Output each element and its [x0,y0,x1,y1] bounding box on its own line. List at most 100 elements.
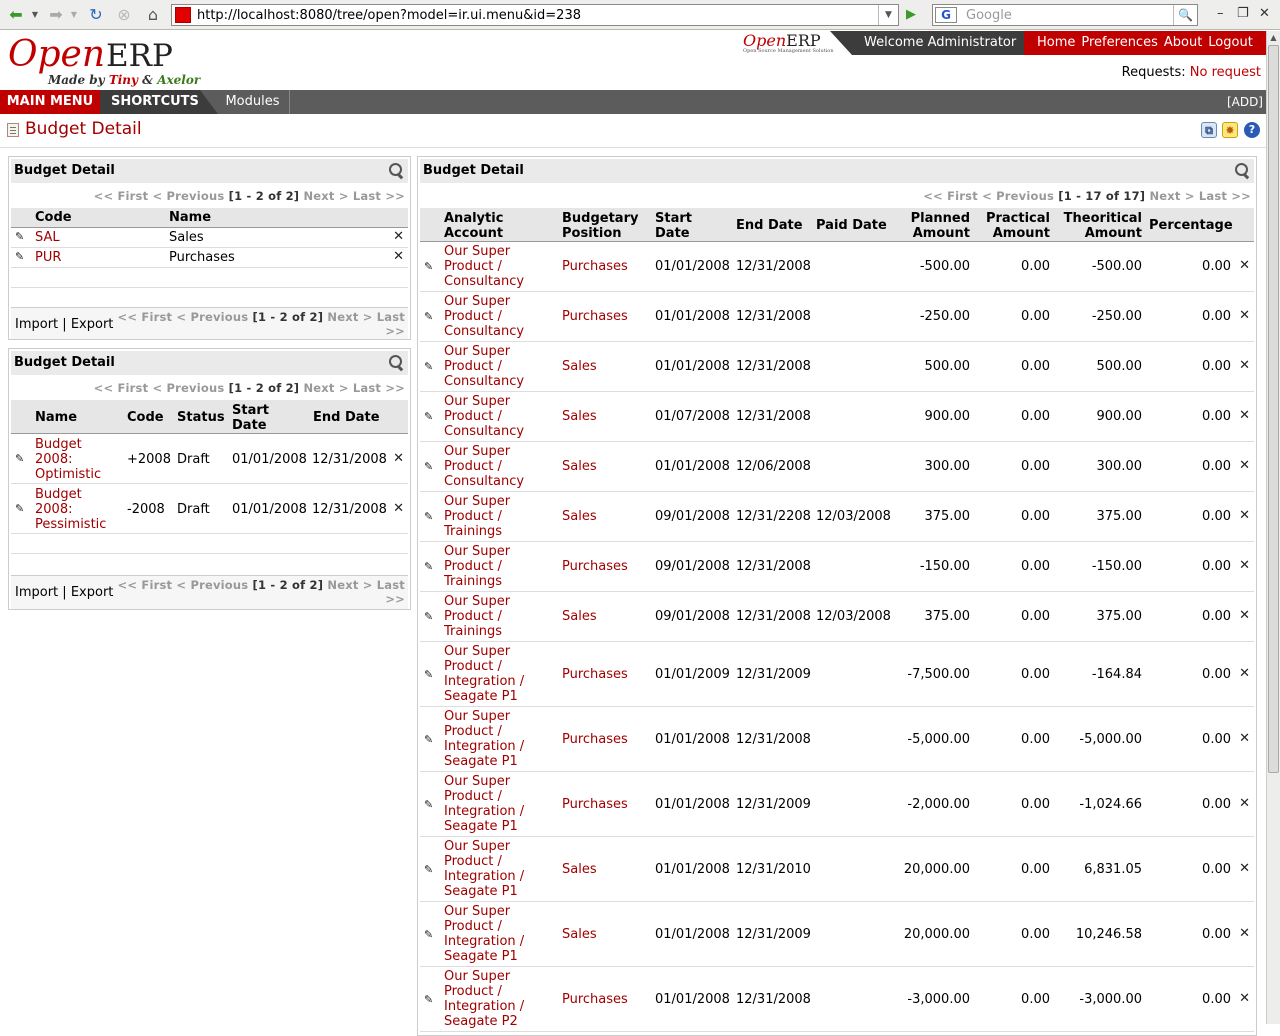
delete-icon[interactable]: ✕ [393,249,404,264]
cell-analytic-account[interactable]: Our Super Product / Trainings [444,544,530,589]
cell-budgetary-position[interactable]: Purchases [562,667,628,682]
close-window-icon[interactable]: ✕ [1259,6,1270,21]
forward-history-icon[interactable]: ▼ [68,5,80,25]
pager-first[interactable]: << First [923,189,978,203]
edit-icon[interactable]: ✎ [424,510,433,523]
preferences-link[interactable]: Preferences [1081,35,1157,50]
table-row[interactable]: ✎ Our Super Product / Consultancy Sales 01/… [420,442,1254,492]
column-paid-date[interactable]: Paid Date [816,218,887,233]
pager-previous[interactable]: < Previous [153,381,225,395]
cell-budgetary-position[interactable]: Sales [562,509,597,524]
table-row[interactable]: ✎ Our Super Product / Integration / Seaga… [420,967,1254,1032]
edit-icon[interactable]: ✎ [424,993,433,1006]
cell-budgetary-position[interactable]: Purchases [562,559,628,574]
edit-icon[interactable]: ✎ [424,260,433,273]
pager-next[interactable]: Next > [303,381,348,395]
scrollbar-thumb[interactable] [1268,45,1279,773]
cell-budgetary-position[interactable]: Purchases [562,309,628,324]
minimize-icon[interactable]: – [1217,6,1224,21]
column-status[interactable]: Status [177,410,225,425]
table-row[interactable]: ✎ Our Super Product / Integration / Seaga… [420,642,1254,707]
pager-next[interactable]: Next > [303,189,348,203]
cell-budgetary-position[interactable]: Purchases [562,732,628,747]
delete-icon[interactable]: ✕ [1239,258,1250,273]
edit-icon[interactable]: ✎ [424,733,433,746]
delete-icon[interactable]: ✕ [1239,308,1250,323]
table-row[interactable]: ✎ Budget 2008: Optimistic +2008 Draft 01… [11,434,408,484]
cell-budgetary-position[interactable]: Sales [562,409,597,424]
cell-analytic-account[interactable]: Our Super Product / Consultancy [444,294,530,339]
requests-link[interactable]: No request [1190,65,1261,80]
column-theoretical-amount[interactable]: Theoritical Amount [1056,211,1142,241]
cell-budgetary-position[interactable]: Purchases [562,992,628,1007]
pager-first[interactable]: << First [94,381,149,395]
pager-next-last[interactable]: Next > Last [327,310,405,324]
table-row[interactable]: ✎ Our Super Product / Trainings Purchases 0… [420,542,1254,592]
cell-budgetary-position[interactable]: Sales [562,359,597,374]
add-shortcut-link[interactable]: [ADD] [1227,90,1263,114]
table-row[interactable]: ✎ Our Super Product / Consultancy Purchase… [420,292,1254,342]
cell-analytic-account[interactable]: Our Super Product / Integration / Seagat… [444,969,530,1029]
table-row[interactable]: ✎ Our Super Product / Consultancy Sales 01/… [420,342,1254,392]
delete-icon[interactable]: ✕ [1239,608,1250,623]
table-row[interactable]: ✎ Our Super Product / Integration / Seaga… [420,902,1254,967]
delete-icon[interactable]: ✕ [393,451,404,466]
delete-icon[interactable]: ✕ [393,501,404,516]
search-icon[interactable] [388,162,404,178]
table-row[interactable]: ✎ Our Super Product / Integration / Seaga… [420,707,1254,772]
cell-code[interactable]: SAL [35,230,60,245]
cell-analytic-account[interactable]: Our Super Product / Consultancy [444,394,530,439]
export-link[interactable]: Export [71,585,114,600]
cell-code[interactable]: PUR [35,250,61,265]
restore-icon[interactable]: ❐ [1237,6,1249,21]
column-budgetary-position[interactable]: Budgetary Position [562,211,642,241]
column-end-date[interactable]: End Date [313,410,380,425]
table-row[interactable]: ✎ Our Super Product / Consultancy Purchase… [420,242,1254,292]
table-row[interactable]: ✎ Our Super Product / Trainings Sales 09/01… [420,492,1254,542]
delete-icon[interactable]: ✕ [393,229,404,244]
pager-first-prev[interactable]: << First < Previous [118,578,249,592]
cell-budgetary-position[interactable]: Purchases [562,797,628,812]
cell-budgetary-position[interactable]: Sales [562,459,597,474]
import-link[interactable]: Import [15,317,58,332]
logout-link[interactable]: Logout [1208,35,1253,50]
cell-analytic-account[interactable]: Our Super Product / Integration / Seagat… [444,904,530,964]
search-icon[interactable] [388,354,404,370]
delete-icon[interactable]: ✕ [1239,558,1250,573]
delete-icon[interactable]: ✕ [1239,991,1250,1006]
cell-budgetary-position[interactable]: Sales [562,927,597,942]
home-link[interactable]: Home [1037,35,1075,50]
search-box[interactable]: G Google 🔍 [932,4,1198,26]
pager-next-last[interactable]: Next > Last [327,578,405,592]
cell-analytic-account[interactable]: Our Super Product / Consultancy [444,344,530,389]
search-icon[interactable]: 🔍 [1173,5,1197,25]
edit-icon[interactable]: ✎ [424,460,433,473]
search-icon[interactable] [1234,162,1250,178]
cell-name[interactable]: Budget 2008: Optimistic [35,437,105,482]
delete-icon[interactable]: ✕ [1239,796,1250,811]
edit-icon[interactable]: ✎ [15,230,24,243]
shortcuts-button[interactable]: SHORTCUTS [100,90,218,114]
edit-icon[interactable]: ✎ [15,452,24,465]
cell-analytic-account[interactable]: Our Super Product / Consultancy [444,244,530,289]
cell-analytic-account[interactable]: Our Super Product / Consultancy [444,444,530,489]
cell-name[interactable]: Budget 2008: Pessimistic [35,487,115,532]
scroll-up-icon[interactable]: ▲ [1267,31,1280,45]
edit-icon[interactable]: ✎ [424,410,433,423]
delete-icon[interactable]: ✕ [1239,666,1250,681]
table-row[interactable]: ✎ Our Super Product / Consultancy Sales 01/… [420,392,1254,442]
delete-icon[interactable]: ✕ [1239,358,1250,373]
delete-icon[interactable]: ✕ [1239,731,1250,746]
table-row[interactable]: ✎ Budget 2008: Pessimistic -2008 Draft 0… [11,484,408,534]
column-analytic-account[interactable]: Analytic Account [444,211,524,241]
column-end-date[interactable]: End Date [736,218,803,233]
column-planned-amount[interactable]: Planned Amount [890,211,970,241]
table-row[interactable]: ✎ PUR Purchases ✕ [11,248,408,268]
cell-analytic-account[interactable]: Our Super Product / Integration / Seagat… [444,709,530,769]
column-start-date[interactable]: Start Date [232,403,282,433]
reload-icon[interactable]: ↻ [86,5,106,25]
cell-budgetary-position[interactable]: Purchases [562,259,628,274]
go-icon[interactable]: ▶ [901,5,921,25]
edit-icon[interactable]: ✎ [424,928,433,941]
pager-last[interactable]: Last >> [353,381,405,395]
